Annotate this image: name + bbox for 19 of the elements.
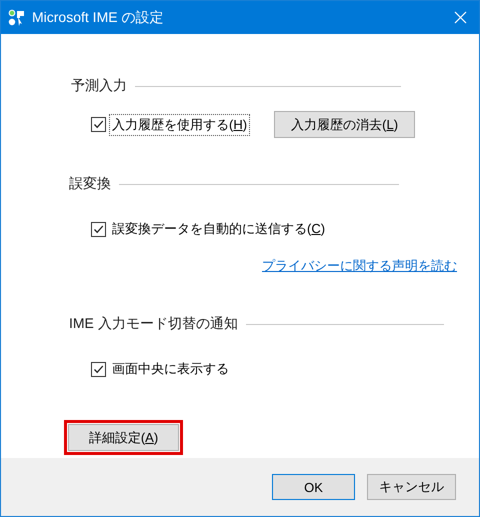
check-icon: [93, 364, 104, 374]
checkbox-label[interactable]: 入力履歴を使用する(H): [109, 114, 250, 136]
check-icon: [93, 119, 104, 130]
checkbox-label[interactable]: 誤変換データを自動的に送信する(C): [109, 218, 328, 240]
privacy-link[interactable]: プライバシーに関する声明を読む: [262, 257, 457, 275]
app-icon: [8, 8, 26, 26]
checkbox-label[interactable]: 画面中央に表示する: [109, 358, 232, 380]
cancel-button[interactable]: キャンセル: [367, 474, 456, 500]
section-heading: 誤変換: [69, 175, 111, 193]
window-title: Microsoft IME の設定: [32, 8, 164, 26]
checkbox[interactable]: [91, 117, 106, 132]
advanced-settings-button[interactable]: 詳細設定(A): [68, 424, 179, 451]
section-heading: IME 入力モード切替の通知: [69, 315, 238, 333]
checkbox[interactable]: [91, 222, 106, 236]
ok-button[interactable]: OK: [272, 474, 355, 500]
section-heading: 予測入力: [71, 77, 127, 95]
clear-history-button[interactable]: 入力履歴の消去(L): [274, 111, 416, 138]
check-icon: [93, 224, 104, 234]
checkbox[interactable]: [91, 362, 106, 376]
